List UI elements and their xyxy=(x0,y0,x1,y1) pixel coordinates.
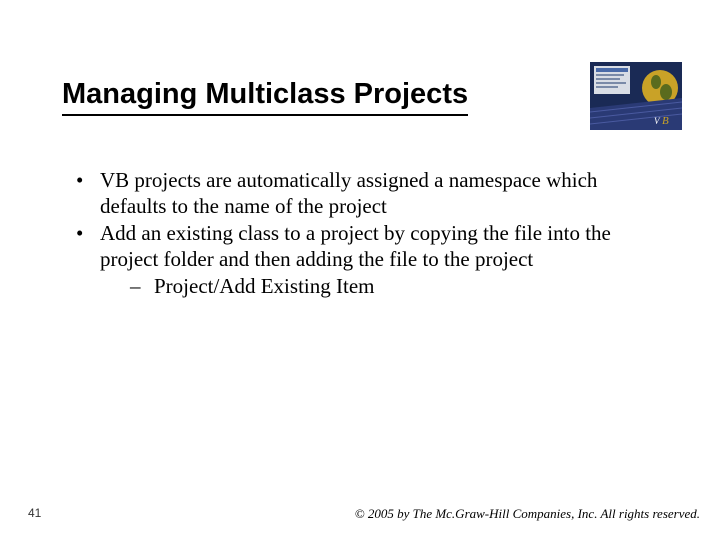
slide-body: VB projects are automatically assigned a… xyxy=(72,168,658,302)
title-underline xyxy=(62,114,468,116)
bullet-item: Add an existing class to a project by co… xyxy=(72,221,658,300)
page-number: 41 xyxy=(28,506,41,520)
copyright-text: © 2005 by The Mc.Graw-Hill Companies, In… xyxy=(355,506,700,522)
decorative-logo: B V xyxy=(590,62,682,130)
slide: Managing Multiclass Projects B V VB proj… xyxy=(0,0,720,540)
sub-bullet-list: Project/Add Existing Item xyxy=(100,274,658,300)
sub-bullet-item: Project/Add Existing Item xyxy=(100,274,658,300)
svg-text:B: B xyxy=(662,115,669,127)
bullet-text: VB projects are automatically assigned a… xyxy=(100,168,597,218)
bullet-item: VB projects are automatically assigned a… xyxy=(72,168,658,219)
bullet-list: VB projects are automatically assigned a… xyxy=(72,168,658,300)
bullet-text: Add an existing class to a project by co… xyxy=(100,221,611,271)
slide-title: Managing Multiclass Projects xyxy=(62,78,468,111)
